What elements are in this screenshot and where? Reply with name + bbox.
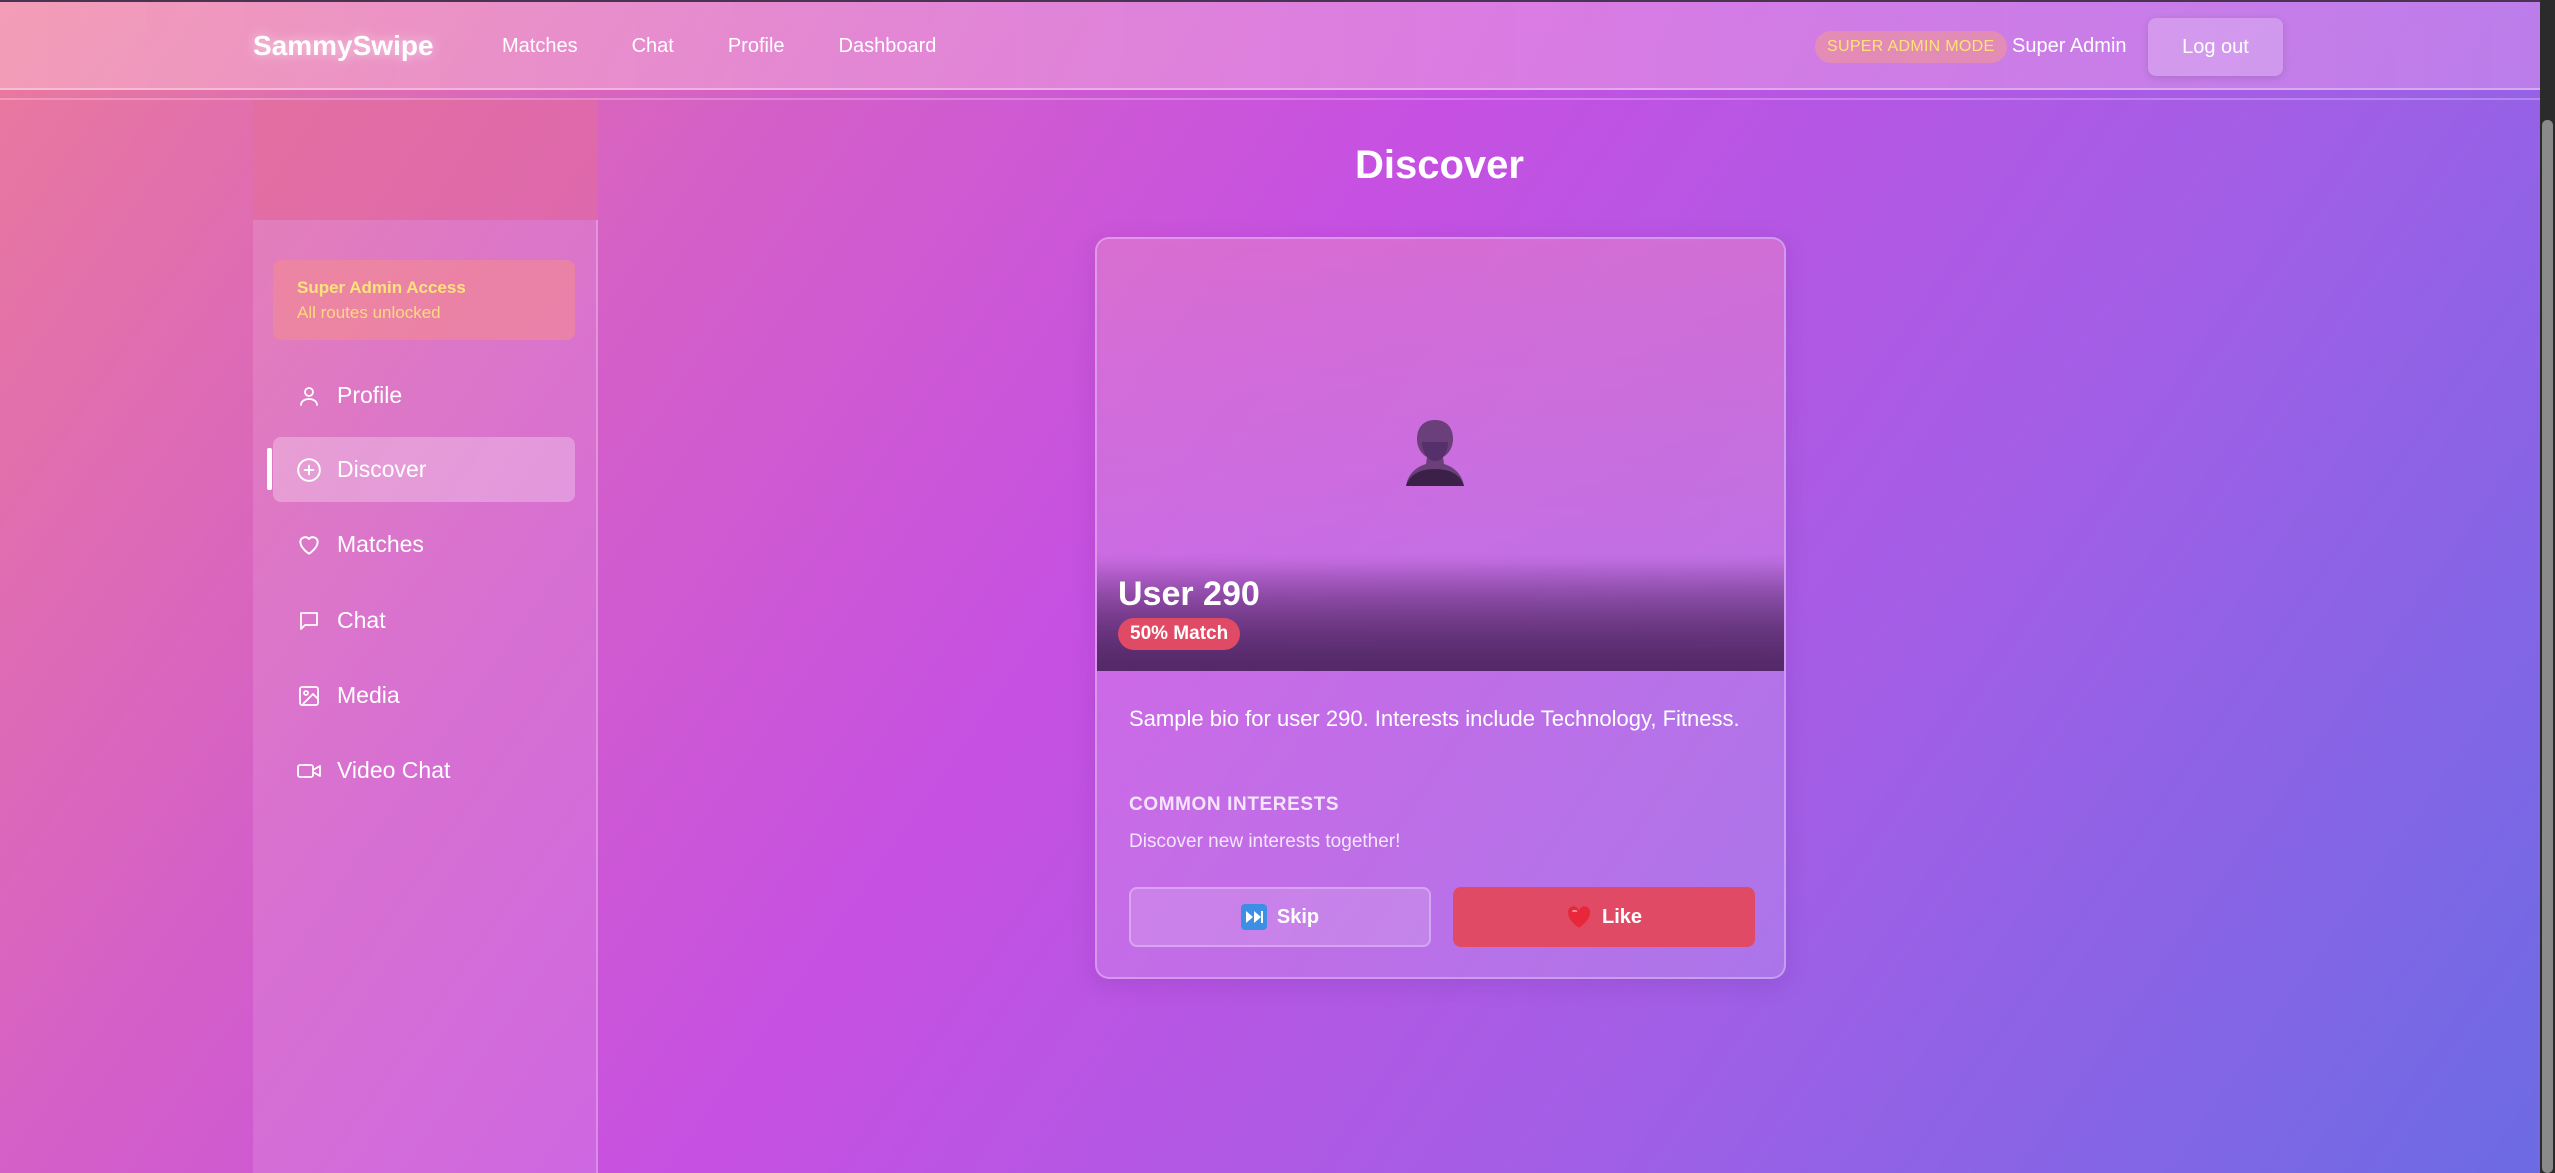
- like-label: Like: [1601, 905, 1643, 928]
- sidebar-item-video-chat[interactable]: Video Chat: [273, 738, 575, 803]
- fast-forward-icon: [1240, 904, 1267, 930]
- sidebar-item-label: Video Chat: [337, 757, 451, 783]
- logout-button[interactable]: Log out: [2148, 18, 2283, 76]
- sidebar: Super Admin Access All routes unlocked P…: [253, 220, 598, 1173]
- nav-link-matches[interactable]: Matches: [502, 35, 578, 58]
- current-user-name: Super Admin: [2012, 35, 2127, 57]
- sidebar-item-media[interactable]: Media: [273, 663, 575, 728]
- scrollbar-thumb[interactable]: [2542, 120, 2553, 1173]
- compass-plus-icon: [295, 456, 323, 484]
- brand-logo[interactable]: SammySwipe: [253, 30, 434, 62]
- sidebar-item-chat[interactable]: Chat: [273, 588, 575, 653]
- active-indicator: [267, 448, 272, 490]
- user-icon: [295, 382, 323, 410]
- access-title: Super Admin Access: [297, 278, 466, 297]
- common-interests-text: Discover new interests together!: [1129, 831, 1401, 852]
- page-title: Discover: [1355, 143, 1524, 187]
- heart-icon: [295, 531, 323, 559]
- skip-button[interactable]: Skip: [1129, 887, 1431, 947]
- profile-card: User 290 50% Match Sample bio for user 2…: [1095, 237, 1786, 979]
- sidebar-item-label: Profile: [337, 382, 403, 408]
- skip-label: Skip: [1276, 905, 1320, 928]
- match-user-name: User 290: [1118, 575, 1260, 613]
- sidebar-item-discover[interactable]: Discover: [273, 437, 575, 502]
- nav-link-dashboard[interactable]: Dashboard: [839, 35, 937, 58]
- sidebar-item-profile[interactable]: Profile: [273, 363, 575, 428]
- heart-icon: [1566, 904, 1592, 930]
- access-subtitle: All routes unlocked: [297, 303, 441, 322]
- match-percentage-badge: 50% Match: [1118, 618, 1241, 650]
- image-icon: [295, 682, 323, 710]
- super-admin-access-notice: Super Admin Access All routes unlocked: [273, 260, 575, 340]
- sidebar-item-matches[interactable]: Matches: [273, 512, 575, 577]
- nav-link-chat[interactable]: Chat: [632, 35, 674, 58]
- sidebar-item-label: Matches: [337, 531, 424, 557]
- sidebar-header-block: [253, 100, 598, 220]
- sidebar-item-label: Media: [337, 682, 400, 708]
- common-interests-heading: COMMON INTERESTS: [1129, 794, 1340, 815]
- super-admin-mode-badge: SUPER ADMIN MODE: [1815, 31, 2007, 63]
- avatar-placeholder-icon: [1397, 414, 1473, 490]
- nav-link-profile[interactable]: Profile: [728, 35, 785, 58]
- user-bio: Sample bio for user 290. Interests inclu…: [1129, 706, 1740, 731]
- video-icon: [295, 757, 323, 785]
- top-nav-links: Matches Chat Profile Dashboard: [502, 35, 990, 58]
- sidebar-item-label: Chat: [337, 607, 386, 633]
- sidebar-item-label: Discover: [337, 456, 427, 482]
- like-button[interactable]: Like: [1453, 887, 1755, 947]
- top-navbar: SammySwipe Matches Chat Profile Dashboar…: [0, 0, 2540, 90]
- message-icon: [295, 607, 323, 635]
